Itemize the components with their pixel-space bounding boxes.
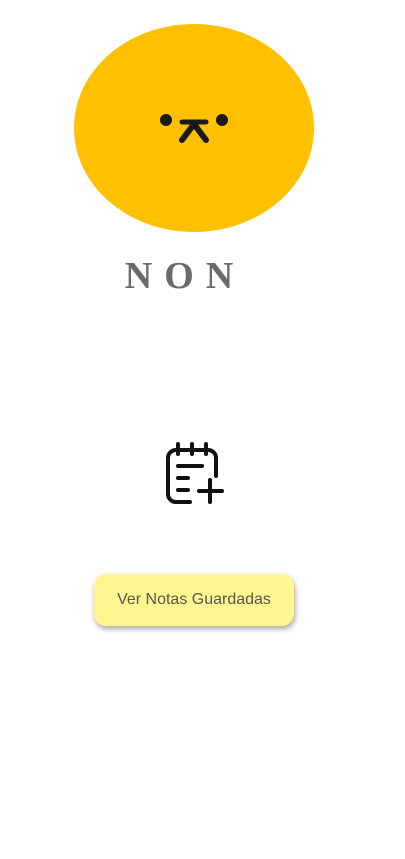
add-note-button[interactable] xyxy=(158,438,230,510)
logo xyxy=(74,24,314,232)
brand-title: NON xyxy=(124,255,246,297)
notepad-plus-icon xyxy=(166,442,224,504)
cat-face-icon xyxy=(160,114,228,143)
view-notes-button[interactable]: Ver Notas Guardadas xyxy=(94,574,294,626)
